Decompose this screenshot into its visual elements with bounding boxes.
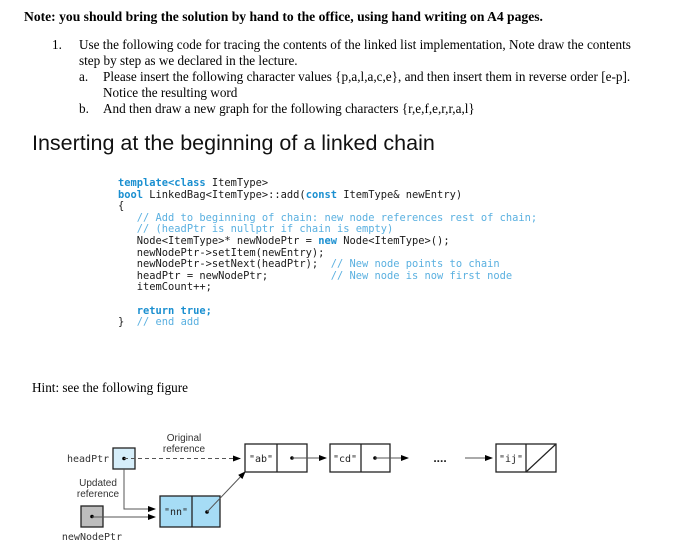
- updated-ref-label-1: Updated: [79, 478, 117, 489]
- headptr-label: headPtr: [67, 454, 109, 465]
- code-keyword: new: [318, 234, 337, 247]
- code-comment: // New node points to chain: [330, 258, 500, 271]
- updated-reference-arrow: [123, 469, 156, 512]
- node-value: "ab": [249, 454, 273, 465]
- new-node-next-arrow: [206, 471, 246, 513]
- hint-text: Hint: see the following figure: [32, 380, 189, 395]
- question-text-line1: Use the following code for tracing the c…: [79, 37, 631, 52]
- code-block: template<class ItemType> bool LinkedBag<…: [118, 177, 538, 329]
- code-text: Node<ItemType>();: [336, 234, 450, 247]
- ellipsis: ....: [433, 451, 446, 465]
- code-text: LinkedBag<ItemType>::add(: [143, 188, 306, 201]
- newnodeptr-label: newNodePtr: [62, 532, 122, 540]
- section-heading: Inserting at the beginning of a linked c…: [32, 131, 435, 155]
- code-comment: // Add to beginning of chain: new node r…: [118, 211, 538, 224]
- part-a-label: a.: [79, 69, 89, 84]
- code-comment: // end add: [136, 316, 200, 329]
- new-node-value: "nn": [164, 507, 188, 518]
- code-comment: // New node is now first node: [330, 269, 513, 282]
- part-a-text-line1: Please insert the following character va…: [103, 69, 631, 84]
- linked-list-figure: headPtr Original reference Updated refer…: [62, 433, 557, 540]
- code-keyword: const: [305, 188, 337, 201]
- original-ref-label-2: reference: [163, 444, 206, 455]
- code-text: ItemType>: [205, 177, 269, 189]
- code-text: newNodePtr->setItem(newEntry);: [118, 246, 325, 259]
- code-text: itemCount++;: [118, 281, 212, 294]
- question-text-line2: step by step as we declared in the lectu…: [79, 53, 298, 68]
- code-keyword: return true;: [118, 304, 212, 317]
- code-text: {: [118, 200, 125, 213]
- updated-ref-label-2: reference: [77, 489, 120, 500]
- original-ref-label-1: Original: [167, 433, 201, 444]
- code-keyword: bool: [118, 188, 144, 201]
- part-b-text: And then draw a new graph for the follow…: [103, 101, 475, 116]
- code-text: newNodePtr->setNext(headPtr);: [118, 258, 331, 271]
- code-text: ItemType& newEntry): [336, 188, 463, 201]
- node-value: "cd": [333, 454, 357, 465]
- code-keyword: template<class: [118, 177, 206, 189]
- code-text: headPtr = newNodePtr;: [118, 269, 331, 282]
- part-a-text-line2: Notice the resulting word: [103, 85, 238, 100]
- question-number: 1.: [52, 37, 62, 52]
- code-text: Node<ItemType>* newNodePtr =: [118, 234, 319, 247]
- code-comment: // (headPtr is nullptr if chain is empty…: [118, 223, 394, 236]
- node-value: "ij": [499, 454, 523, 465]
- note-text: Note: you should bring the solution by h…: [24, 9, 543, 24]
- code-text: }: [118, 316, 137, 329]
- part-b-label: b.: [79, 101, 89, 116]
